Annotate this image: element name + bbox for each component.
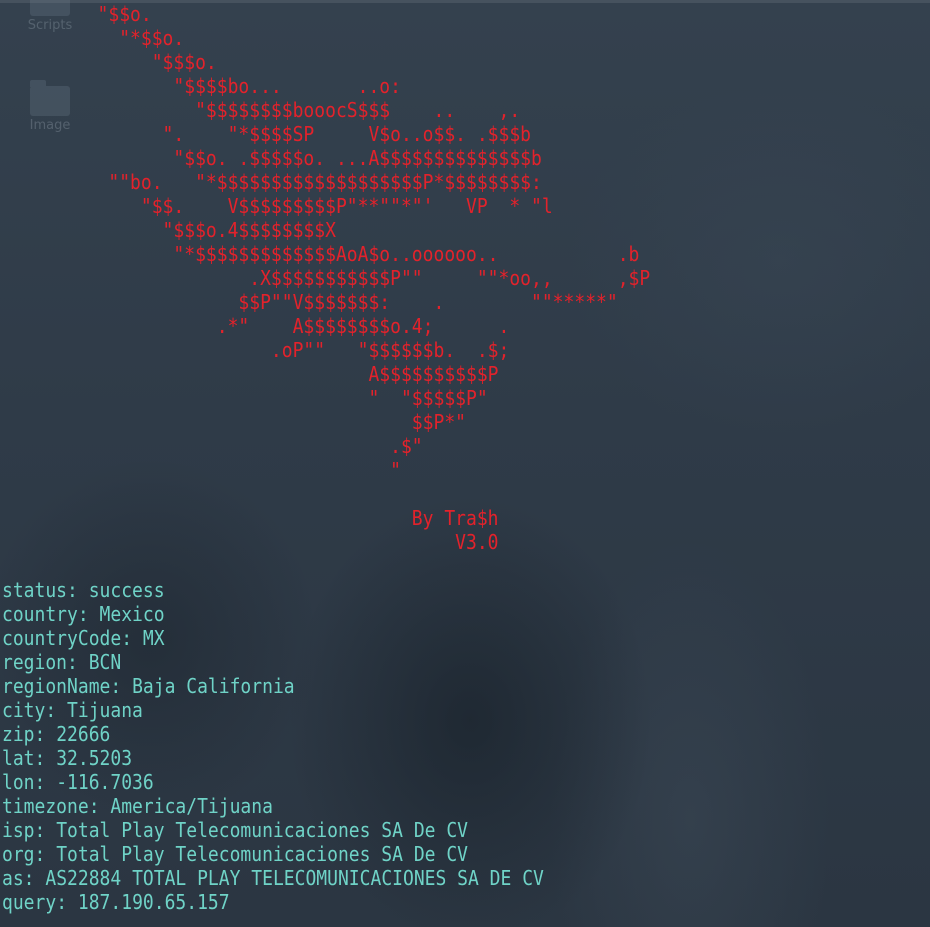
- output-separator: :: [56, 890, 78, 914]
- banner-line: "$$$o.4$$$$$$$$X: [0, 218, 336, 242]
- banner-line: $$P""V$$$$$$$: . ""*****": [0, 290, 618, 314]
- output-key: as: [2, 866, 24, 890]
- output-line: zip: 22666: [2, 722, 544, 746]
- output-value: 187.190.65.157: [77, 890, 230, 914]
- banner-line: "*$$o.: [0, 26, 185, 50]
- output-separator: :: [110, 674, 133, 698]
- banner-line: "$$$$bo... ..o:: [0, 74, 401, 98]
- output-key: lon: [2, 770, 35, 794]
- output-line: as: AS22884 TOTAL PLAY TELECOMUNICACIONE…: [2, 866, 544, 890]
- output-value: Mexico: [99, 602, 165, 626]
- output-separator: :: [67, 578, 89, 602]
- output-value: MX: [142, 626, 165, 650]
- output-line: countryCode: MX: [2, 626, 544, 650]
- output-separator: :: [121, 626, 143, 650]
- output-value: 22666: [56, 722, 111, 746]
- banner-line: $$P*": [0, 410, 466, 434]
- output-key: timezone: [2, 794, 89, 818]
- banner-line: "*$$$$$$$$$$$$$AoA$o..oooooo.. .b: [0, 242, 640, 266]
- output-separator: :: [45, 698, 68, 722]
- output-line: regionName: Baja California: [2, 674, 544, 698]
- output-line: lon: -116.7036: [2, 770, 544, 794]
- output-key: country: [2, 602, 78, 626]
- credit-author: By Tra$h: [0, 506, 499, 530]
- banner-line: "$$. V$$$$$$$$$P"**""*"' VP * "l: [0, 194, 553, 218]
- output-key: status: [2, 578, 68, 602]
- output-line: org: Total Play Telecomunicaciones SA De…: [2, 842, 544, 866]
- banner-line: .$": [0, 434, 423, 458]
- banner-credits: By Tra$h V3.0: [0, 506, 499, 554]
- output-line: region: BCN: [2, 650, 544, 674]
- output-key: lat: [2, 746, 35, 770]
- credit-version: V3.0: [0, 530, 499, 554]
- output-separator: :: [23, 866, 46, 890]
- output-value: success: [88, 578, 165, 602]
- ascii-art-banner: "$$o. "*$$o. "$$$o. "$$$$bo... ..o: "$$$…: [0, 2, 651, 482]
- banner-line: .X$$$$$$$$$$$P"" ""*oo,, ,$P: [0, 266, 651, 290]
- terminal-window[interactable]: "$$o. "*$$o. "$$$o. "$$$$bo... ..o: "$$$…: [0, 0, 930, 927]
- output-separator: :: [77, 602, 100, 626]
- banner-line: " "$$$$$P": [0, 386, 488, 410]
- banner-line: ". "*$$$$SP V$o..o$$. .$$$b: [0, 122, 532, 146]
- output-separator: :: [34, 770, 57, 794]
- banner-line: .oP"" "$$$$$$b. .$;: [0, 338, 510, 362]
- output-line: timezone: America/Tijuana: [2, 794, 544, 818]
- output-separator: :: [34, 722, 57, 746]
- banner-line: A$$$$$$$$$$P: [0, 362, 499, 386]
- output-key: countryCode: [2, 626, 122, 650]
- output-separator: :: [34, 842, 57, 866]
- output-value: Baja California: [132, 674, 295, 698]
- output-separator: :: [34, 746, 57, 770]
- terminal-output: status: success country: Mexico countryCod…: [2, 578, 544, 914]
- output-line: query: 187.190.65.157: [2, 890, 544, 914]
- output-value: America/Tijuana: [110, 794, 273, 818]
- output-line: status: success: [2, 578, 544, 602]
- output-value: Total Play Telecomunicaciones SA De CV: [56, 818, 469, 842]
- output-key: regionName: [2, 674, 111, 698]
- banner-line: "$$$$$$$$booocS$$$ .. ,.: [0, 98, 521, 122]
- output-key: org: [2, 842, 35, 866]
- output-line: isp: Total Play Telecomunicaciones SA De…: [2, 818, 544, 842]
- banner-line: "$$o. .$$$$$o. ...A$$$$$$$$$$$$$$b: [0, 146, 542, 170]
- banner-line: "$$o.: [0, 2, 152, 26]
- output-key: isp: [2, 818, 35, 842]
- output-separator: :: [34, 818, 57, 842]
- output-separator: :: [67, 650, 89, 674]
- output-value: -116.7036: [56, 770, 154, 794]
- output-value: 32.5203: [56, 746, 133, 770]
- output-value: AS22884 TOTAL PLAY TELECOMUNICACIONES SA…: [45, 866, 544, 890]
- banner-line: ": [0, 458, 401, 482]
- output-key: query: [2, 890, 57, 914]
- output-value: BCN: [88, 650, 122, 674]
- output-key: region: [2, 650, 68, 674]
- banner-line: "$$$o.: [0, 50, 217, 74]
- output-separator: :: [88, 794, 111, 818]
- banner-line: .*" A$$$$$$$$o.4; .: [0, 314, 510, 338]
- output-key: city: [2, 698, 46, 722]
- output-line: city: Tijuana: [2, 698, 544, 722]
- output-value: Total Play Telecomunicaciones SA De CV: [56, 842, 469, 866]
- output-key: zip: [2, 722, 35, 746]
- output-line: lat: 32.5203: [2, 746, 544, 770]
- banner-line: ""bo. "*$$$$$$$$$$$$$$$$$$$P*$$$$$$$$:: [0, 170, 542, 194]
- output-line: country: Mexico: [2, 602, 544, 626]
- output-value: Tijuana: [67, 698, 143, 722]
